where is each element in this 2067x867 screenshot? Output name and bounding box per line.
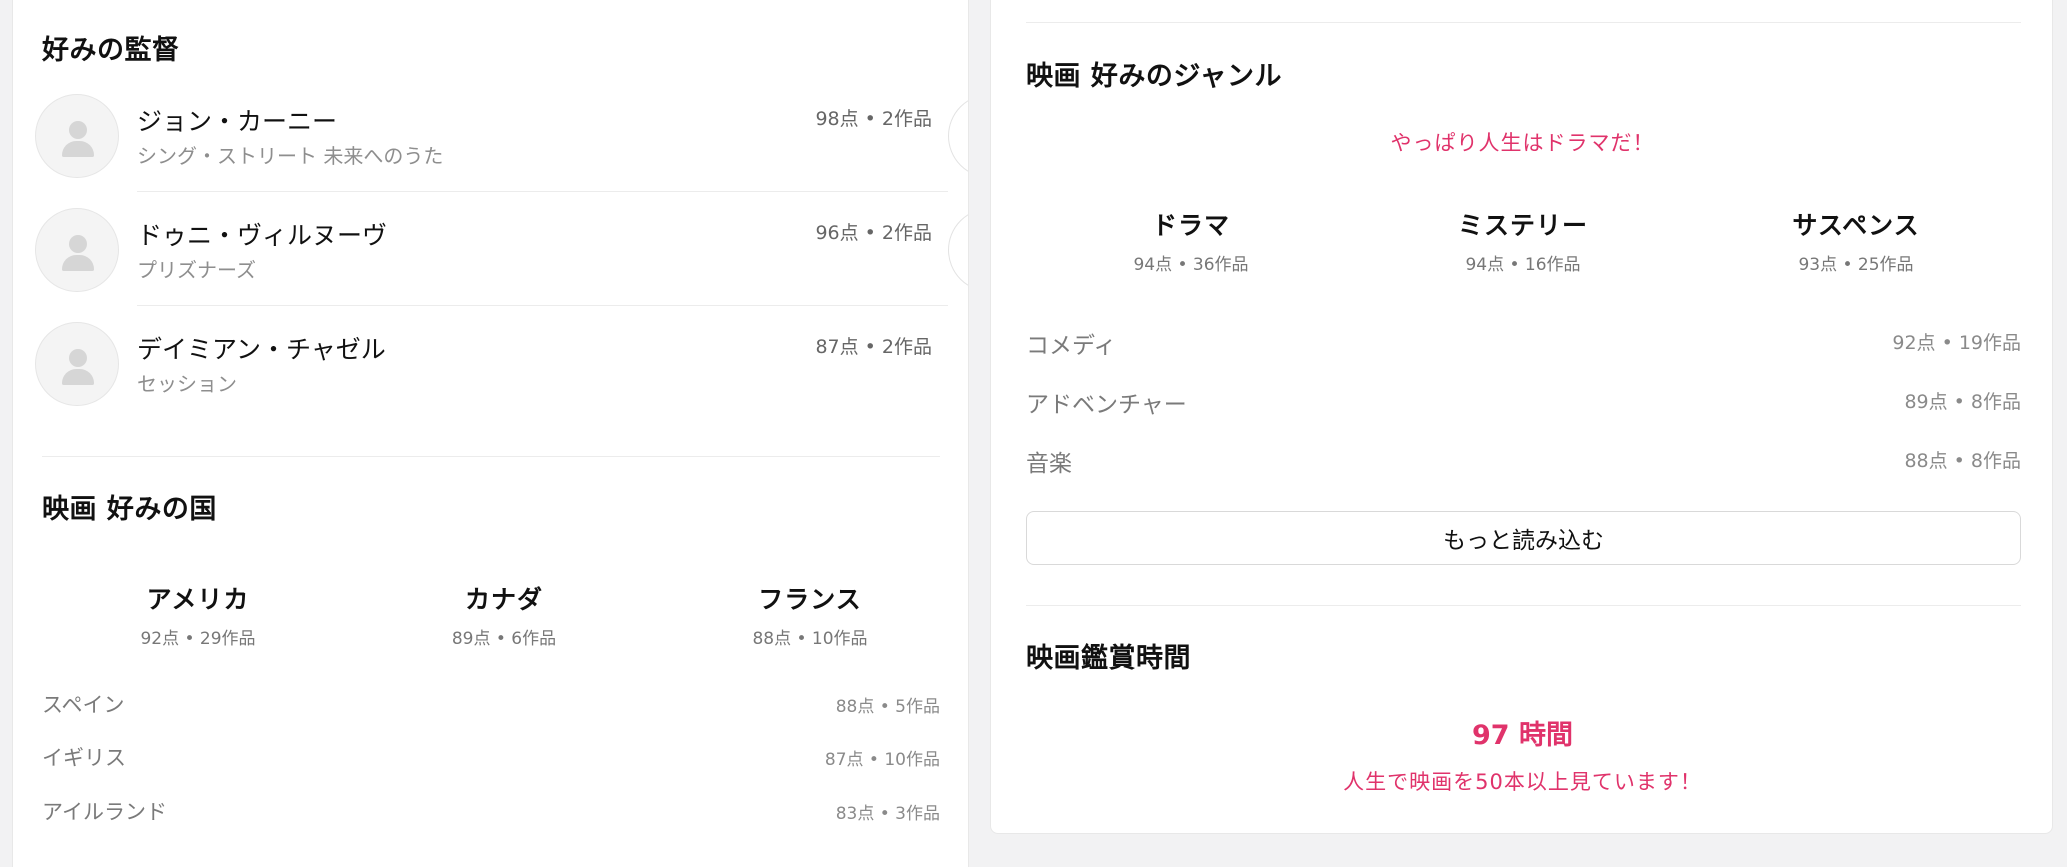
genre-top-item[interactable]: サスペンス 93点 • 25作品	[1691, 206, 2021, 275]
watch-time-subtitle: 人生で映画を50本以上見ています！	[1343, 770, 1702, 794]
page: 好みの監督 ジョン・カーニー シング・ストリート 未来へのうた 98点 • 2作…	[0, 0, 2067, 867]
avatar-placeholder-icon	[35, 322, 119, 406]
watch-time-value: 97 時間	[1472, 720, 1573, 751]
country-name: イギリス	[42, 746, 126, 770]
country-name: アメリカ	[146, 585, 250, 614]
genre-name: 音楽	[1026, 451, 1072, 477]
country-top-item[interactable]: フランス 88点 • 10作品	[660, 580, 960, 649]
section-divider	[1026, 22, 2021, 23]
country-name: スペイン	[42, 693, 125, 717]
country-top-item[interactable]: アメリカ 92点 • 29作品	[48, 580, 348, 649]
director-row[interactable]: ジョン・カーニー シング・ストリート 未来へのうた 98点 • 2作品	[13, 90, 968, 204]
genre-list-item[interactable]: アドベンチャー 89点 • 8作品	[1026, 385, 2021, 418]
genre-top-item[interactable]: ミステリー 94点 • 16作品	[1358, 206, 1688, 275]
director-meta: 98点 • 2作品	[815, 108, 932, 130]
row-divider	[137, 191, 948, 192]
genre-meta: 93点 • 25作品	[1798, 255, 1914, 275]
genre-meta: 88点 • 8作品	[1904, 450, 2021, 472]
directors-title: 好みの監督	[42, 35, 180, 66]
genre-meta: 94点 • 16作品	[1465, 255, 1581, 275]
avatar-placeholder-icon	[35, 94, 119, 178]
country-top-item[interactable]: カナダ 89点 • 6作品	[354, 580, 654, 649]
genre-name: ドラマ	[1151, 211, 1230, 240]
genre-meta: 94点 • 36作品	[1133, 255, 1249, 275]
right-panel: 映画 好みのジャンル やっぱり人生はドラマだ！ ドラマ 94点 • 36作品 ミ…	[990, 0, 2053, 834]
genre-name: アドベンチャー	[1026, 392, 1187, 418]
genre-name: ミステリー	[1457, 211, 1588, 240]
row-divider	[137, 305, 948, 306]
country-list-item[interactable]: イギリス 87点 • 10作品	[42, 742, 940, 772]
genre-meta: 89点 • 8作品	[1904, 391, 2021, 413]
country-name: カナダ	[464, 585, 543, 614]
load-more-button[interactable]: もっと読み込む	[1026, 511, 2021, 565]
genre-list-item[interactable]: コメディ 92点 • 19作品	[1026, 326, 2021, 359]
country-meta: 83点 • 3作品	[835, 804, 940, 824]
director-name: デイミアン・チャゼル	[137, 335, 386, 364]
country-list-item[interactable]: アイルランド 83点 • 3作品	[42, 796, 940, 826]
country-name: アイルランド	[42, 800, 167, 824]
countries-title: 映画 好みの国	[42, 494, 217, 525]
avatar-placeholder-icon	[35, 208, 119, 292]
watch-time-title: 映画鑑賞時間	[1026, 643, 1191, 674]
country-meta: 87点 • 10作品	[824, 750, 940, 770]
director-row[interactable]: デイミアン・チャゼル セッション 87点 • 2作品	[13, 318, 968, 432]
director-work: プリズナーズ	[137, 258, 256, 282]
country-meta: 92点 • 29作品	[140, 629, 256, 649]
director-row[interactable]: ドゥニ・ヴィルヌーヴ プリズナーズ 96点 • 2作品	[13, 204, 968, 318]
genre-list-item[interactable]: 音楽 88点 • 8作品	[1026, 444, 2021, 477]
country-name: フランス	[758, 585, 862, 614]
director-work: シング・ストリート 未来へのうた	[137, 144, 444, 168]
section-divider	[42, 456, 940, 457]
genre-name: コメディ	[1026, 333, 1117, 359]
country-list-item[interactable]: スペイン 88点 • 5作品	[42, 689, 940, 719]
director-meta: 87点 • 2作品	[815, 336, 932, 358]
genre-name: サスペンス	[1792, 211, 1920, 240]
director-work: セッション	[137, 372, 237, 396]
genre-top-item[interactable]: ドラマ 94点 • 36作品	[1026, 206, 1356, 275]
country-meta: 88点 • 5作品	[835, 697, 940, 717]
country-meta: 89点 • 6作品	[451, 629, 557, 649]
genres-tagline: やっぱり人生はドラマだ！	[1390, 131, 1655, 155]
director-name: ジョン・カーニー	[137, 107, 338, 136]
director-name: ドゥニ・ヴィルヌーヴ	[137, 221, 388, 250]
country-meta: 88点 • 10作品	[752, 629, 868, 649]
director-meta: 96点 • 2作品	[815, 222, 932, 244]
genres-title: 映画 好みのジャンル	[1026, 61, 1283, 92]
genre-meta: 92点 • 19作品	[1892, 332, 2021, 354]
section-divider	[1026, 605, 2021, 606]
left-panel: 好みの監督 ジョン・カーニー シング・ストリート 未来へのうた 98点 • 2作…	[12, 0, 969, 867]
